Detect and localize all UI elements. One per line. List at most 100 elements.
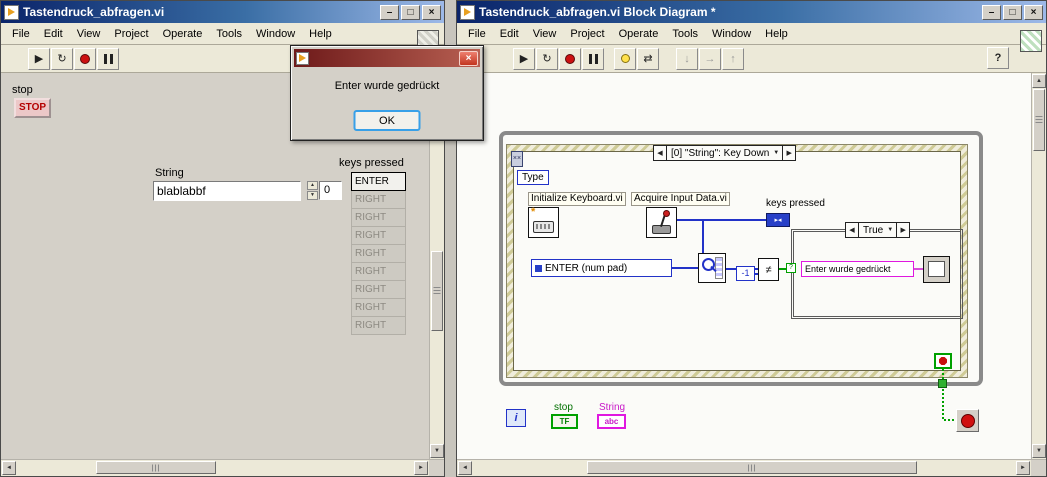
- maximize-button[interactable]: □: [401, 4, 420, 20]
- step-out-button[interactable]: ↑: [722, 47, 744, 70]
- run-continuous-button[interactable]: ↻: [51, 47, 73, 70]
- keys-pressed-array-terminal[interactable]: [766, 213, 790, 227]
- horizontal-scroll-thumb[interactable]: [96, 461, 216, 474]
- close-button[interactable]: ×: [1024, 4, 1043, 20]
- menu-help[interactable]: Help: [302, 25, 339, 43]
- thumb-grip-icon: [152, 464, 160, 471]
- menu-edit[interactable]: Edit: [37, 25, 70, 43]
- string-input[interactable]: [153, 181, 301, 201]
- wire-branch[interactable]: [702, 219, 704, 255]
- horizontal-scroll-thumb[interactable]: [587, 461, 917, 474]
- event-case-label[interactable]: [0] "String": Key Down: [667, 146, 773, 160]
- stop-function-node[interactable]: [956, 409, 979, 432]
- next-case-icon[interactable]: ▶: [782, 146, 795, 160]
- scroll-down-icon[interactable]: ▼: [430, 444, 444, 458]
- prev-case-icon[interactable]: ◀: [654, 146, 667, 160]
- abort-button[interactable]: [559, 47, 581, 70]
- one-button-dialog-node[interactable]: [923, 256, 950, 283]
- string-control-label: String: [155, 167, 184, 179]
- scroll-down-icon[interactable]: ▼: [1032, 444, 1046, 458]
- step-over-button[interactable]: →: [699, 47, 721, 70]
- minus-one-constant[interactable]: -1: [736, 266, 755, 281]
- vertical-scroll-thumb[interactable]: [431, 251, 443, 331]
- menu-window[interactable]: Window: [249, 25, 302, 43]
- key-list-item: RIGHT: [351, 316, 406, 335]
- dialog-ok-button[interactable]: OK: [353, 110, 421, 131]
- mini-dialog-icon: [928, 261, 945, 277]
- spin-up-icon[interactable]: ▲: [307, 181, 318, 190]
- menu-file[interactable]: File: [5, 25, 37, 43]
- menu-operate[interactable]: Operate: [612, 25, 666, 43]
- menu-help[interactable]: Help: [758, 25, 795, 43]
- menu-project[interactable]: Project: [563, 25, 611, 43]
- acquire-input-vi-label: Acquire Input Data.vi: [631, 192, 730, 206]
- acquire-input-vi-node[interactable]: [646, 207, 677, 238]
- prev-case-icon[interactable]: ◀: [846, 223, 859, 237]
- not-equal-node[interactable]: ≠: [758, 258, 779, 281]
- step-into-button[interactable]: ↓: [676, 47, 698, 70]
- retain-wire-values-button[interactable]: ⇄: [637, 47, 659, 70]
- case-selector-terminal[interactable]: ?: [786, 263, 796, 273]
- run-button[interactable]: ▶: [513, 47, 535, 70]
- minimize-button[interactable]: –: [982, 4, 1001, 20]
- minimize-button[interactable]: –: [380, 4, 399, 20]
- string-control-terminal[interactable]: abc: [597, 414, 626, 429]
- horizontal-scrollbar: ◄ ►: [457, 459, 1046, 476]
- event-data-node[interactable]: [511, 151, 523, 167]
- maximize-button[interactable]: □: [1003, 4, 1022, 20]
- menu-edit[interactable]: Edit: [493, 25, 526, 43]
- window-controls: – □ ×: [380, 4, 441, 20]
- help-button[interactable]: ?: [987, 47, 1009, 69]
- enum-constant-node[interactable]: ENTER (num pad): [531, 259, 672, 277]
- case-dropdown-icon[interactable]: ▼: [887, 223, 896, 237]
- menu-project[interactable]: Project: [107, 25, 155, 43]
- case-dropdown-icon[interactable]: ▼: [773, 146, 782, 160]
- loop-condition-terminal[interactable]: [934, 353, 952, 369]
- stop-button-control[interactable]: STOP: [14, 98, 51, 118]
- thumb-grip-icon: [433, 287, 441, 295]
- run-continuous-button[interactable]: ↻: [536, 47, 558, 70]
- dialog-close-button[interactable]: ×: [459, 50, 478, 66]
- event-data-type-label[interactable]: Type: [517, 170, 549, 185]
- case-label[interactable]: True: [859, 223, 887, 237]
- stop-control-label: stop: [12, 84, 33, 96]
- highlight-execution-button[interactable]: [614, 47, 636, 70]
- pause-button[interactable]: [582, 47, 604, 70]
- menu-view[interactable]: View: [526, 25, 564, 43]
- scroll-left-icon[interactable]: ◄: [458, 461, 472, 475]
- iteration-terminal[interactable]: i: [506, 409, 526, 427]
- pause-button[interactable]: [97, 47, 119, 70]
- init-keyboard-vi-label: Initialize Keyboard.vi: [528, 192, 626, 206]
- string-constant-node[interactable]: Enter wurde gedrückt: [801, 261, 914, 277]
- wire-conditional-vertical[interactable]: [942, 369, 944, 421]
- numeric-value[interactable]: 0: [319, 181, 342, 200]
- block-diagram-window: Tastendruck_abfragen.vi Block Diagram * …: [456, 0, 1047, 477]
- keys-pressed-terminal-label: keys pressed: [766, 198, 825, 209]
- menu-file[interactable]: File: [461, 25, 493, 43]
- block-diagram-titlebar: Tastendruck_abfragen.vi Block Diagram * …: [457, 1, 1046, 23]
- wire-keys-pressed[interactable]: [677, 219, 767, 221]
- vi-icon-thumbnail[interactable]: [1020, 30, 1042, 52]
- menu-window[interactable]: Window: [705, 25, 758, 43]
- abort-button[interactable]: [74, 47, 96, 70]
- loop-tunnel[interactable]: [938, 379, 947, 388]
- init-keyboard-vi-node[interactable]: [528, 207, 559, 238]
- scroll-right-icon[interactable]: ►: [414, 461, 428, 475]
- run-button[interactable]: ▶: [28, 47, 50, 70]
- scroll-right-icon[interactable]: ►: [1016, 461, 1030, 475]
- close-button[interactable]: ×: [422, 4, 441, 20]
- menu-view[interactable]: View: [70, 25, 108, 43]
- next-case-icon[interactable]: ▶: [896, 223, 909, 237]
- front-panel-titlebar: Tastendruck_abfragen.vi – □ ×: [1, 1, 444, 23]
- menu-operate[interactable]: Operate: [156, 25, 210, 43]
- spin-down-icon[interactable]: ▼: [307, 191, 318, 200]
- scroll-up-icon[interactable]: ▲: [1032, 74, 1046, 88]
- scroll-left-icon[interactable]: ◄: [2, 461, 16, 475]
- pause-icon: [103, 53, 113, 64]
- menu-tools[interactable]: Tools: [665, 25, 705, 43]
- search-array-node[interactable]: [698, 253, 726, 283]
- wire-enum[interactable]: [671, 267, 698, 269]
- vertical-scroll-thumb[interactable]: [1033, 89, 1045, 151]
- stop-boolean-terminal[interactable]: TF: [551, 414, 578, 429]
- menu-tools[interactable]: Tools: [209, 25, 249, 43]
